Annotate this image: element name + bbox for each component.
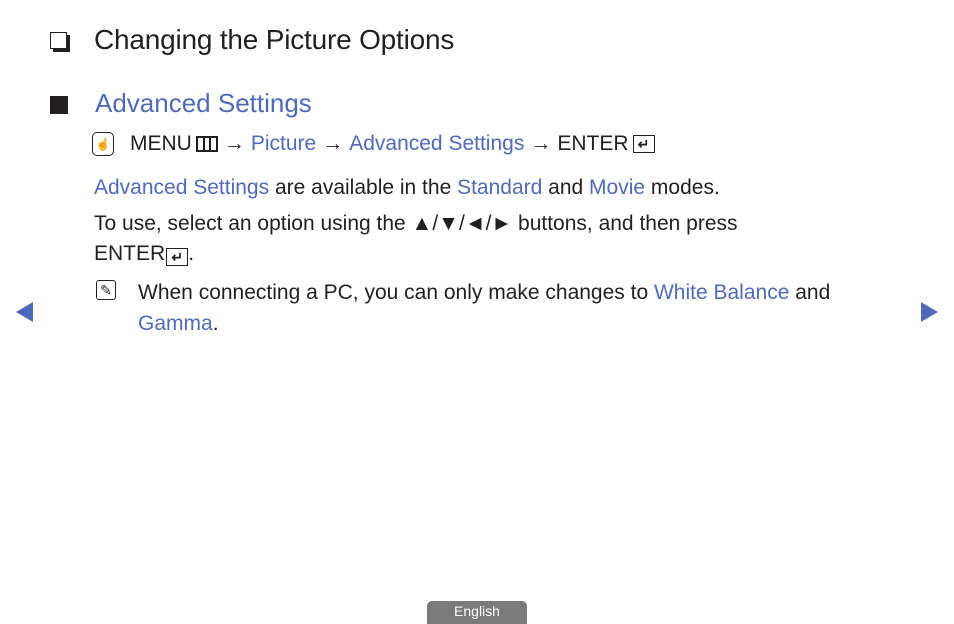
path-arrow: →: [322, 132, 344, 155]
filled-square-icon: [50, 96, 68, 114]
highlight-standard: Standard: [457, 176, 543, 199]
menu-label: MENU: [130, 132, 192, 155]
text-segment: When connecting a PC, you can only make …: [138, 281, 654, 304]
highlight-gamma: Gamma: [138, 312, 213, 335]
highlight-movie: Movie: [589, 176, 646, 199]
note-text: When connecting a PC, you can only make …: [138, 277, 898, 339]
enter-label: ENTER: [557, 132, 629, 155]
remote-hand-icon: ☝: [92, 132, 114, 156]
menu-path: ☝ MENU → Picture → Advanced Settings → E…: [92, 132, 661, 156]
enter-icon: ↵: [166, 248, 189, 266]
enter-icon: ↵: [632, 135, 655, 153]
menu-icon: [195, 136, 218, 152]
instruction-text: To use, select an option using the ▲/▼/◄…: [94, 209, 814, 269]
highlight-white-balance: White Balance: [653, 281, 790, 304]
path-item-picture: Picture: [250, 132, 317, 155]
text-segment: and: [542, 176, 590, 199]
note-pencil-icon: ✎: [96, 280, 116, 300]
text-segment: and: [789, 281, 831, 304]
next-page-arrow-icon[interactable]: [921, 302, 938, 322]
previous-page-arrow-icon[interactable]: [16, 302, 33, 322]
section-title: Advanced Settings: [95, 88, 312, 118]
text-segment: are available in the: [269, 176, 458, 199]
instruction-suffix: .: [188, 242, 195, 265]
language-tab[interactable]: English: [427, 601, 527, 624]
text-segment: .: [212, 312, 219, 335]
text-segment: modes.: [645, 176, 720, 199]
highlight-advanced-settings: Advanced Settings: [94, 176, 270, 199]
path-arrow: →: [223, 132, 245, 155]
path-arrow: →: [530, 132, 552, 155]
hollow-square-icon: [50, 32, 67, 49]
instruction-segment: To use, select an option using the ▲/▼/◄…: [94, 212, 738, 235]
path-item-advanced-settings: Advanced Settings: [349, 132, 525, 155]
availability-text: Advanced Settings are available in the S…: [94, 176, 720, 200]
enter-label: ENTER: [94, 242, 166, 265]
page-title: Changing the Picture Options: [94, 24, 455, 55]
